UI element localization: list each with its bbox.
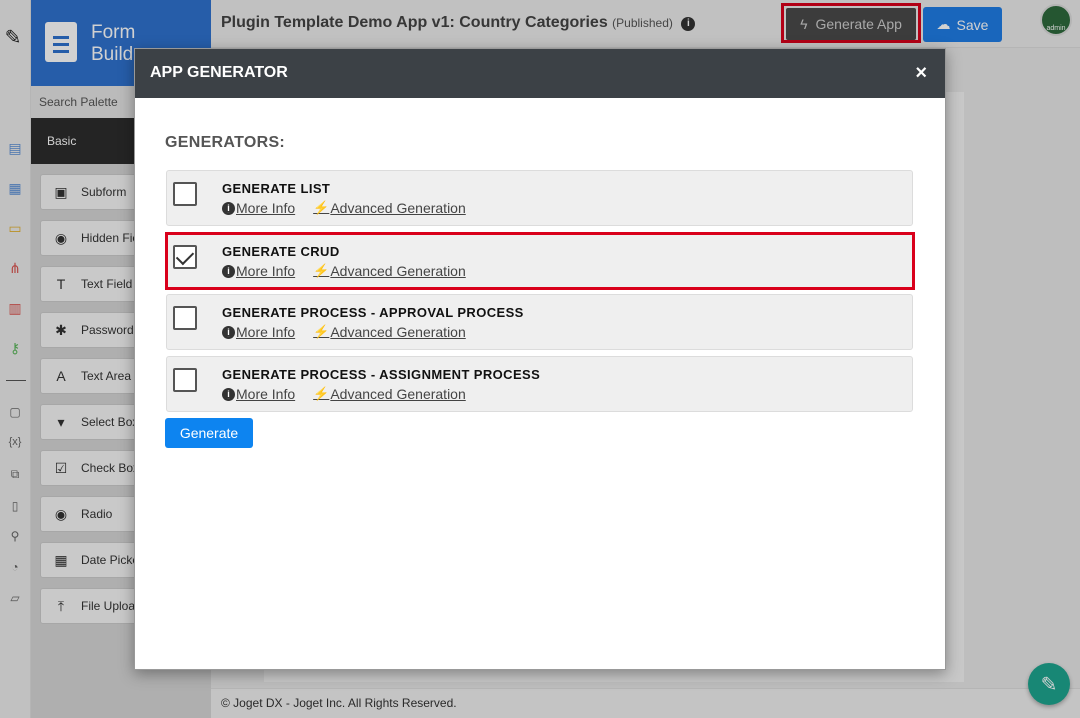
generate-approval-process-checkbox[interactable] xyxy=(173,306,197,330)
more-info-label: More Info xyxy=(236,386,296,402)
generator-row-assignment-process: GENERATE PROCESS - ASSIGNMENT PROCESS iM… xyxy=(166,356,913,412)
info-icon: i xyxy=(222,201,235,215)
more-info-link[interactable]: i More Info xyxy=(222,386,295,402)
generator-name: GENERATE PROCESS - APPROVAL PROCESS xyxy=(222,305,524,320)
info-icon: i xyxy=(222,325,235,339)
close-icon[interactable]: × xyxy=(915,62,927,85)
generators-heading: GENERATORS: xyxy=(165,134,286,151)
magic-wand-icon: ⚡ xyxy=(313,386,330,401)
advanced-generation-link[interactable]: ⚡ Advanced Generation xyxy=(313,200,466,216)
magic-wand-icon: ⚡ xyxy=(313,200,330,215)
more-info-label: More Info xyxy=(236,324,296,340)
generator-row-approval-process: GENERATE PROCESS - APPROVAL PROCESS i Mor… xyxy=(166,294,913,350)
generate-button[interactable]: Generate xyxy=(165,418,253,448)
advanced-generation-label: Advanced Generation xyxy=(330,386,466,402)
modal-title: APP GENERATOR xyxy=(150,64,288,81)
generator-name: GENERATE PROCESS - ASSIGNMENT PROCESS xyxy=(222,367,541,382)
app-generator-modal: APP GENERATOR × GENERATORS: GENERATE LIS… xyxy=(134,48,946,670)
modal-header: APP GENERATOR × xyxy=(135,49,945,98)
advanced-generation-link[interactable]: ⚡ Advanced Generation xyxy=(313,386,466,402)
advanced-generation-link[interactable]: ⚡ Advanced Generation xyxy=(313,324,466,340)
advanced-generation-label: Advanced Generation xyxy=(330,324,466,340)
generate-assignment-process-checkbox[interactable] xyxy=(173,368,197,392)
advanced-generation-label: Advanced Generation xyxy=(330,200,466,216)
generate-list-checkbox[interactable] xyxy=(173,182,197,206)
more-info-link[interactable]: i More Info xyxy=(222,200,295,216)
generator-row-list: GENERATE LIST i More Info ⚡ Advanced Gener… xyxy=(166,170,913,226)
magic-wand-icon: ⚡ xyxy=(313,324,330,339)
crud-highlight xyxy=(165,232,915,290)
generator-name: GENERATE LIST xyxy=(222,181,331,196)
more-info-label: More Info xyxy=(236,200,296,216)
info-icon: i xyxy=(222,387,235,401)
more-info-link[interactable]: i More Info xyxy=(222,324,295,340)
